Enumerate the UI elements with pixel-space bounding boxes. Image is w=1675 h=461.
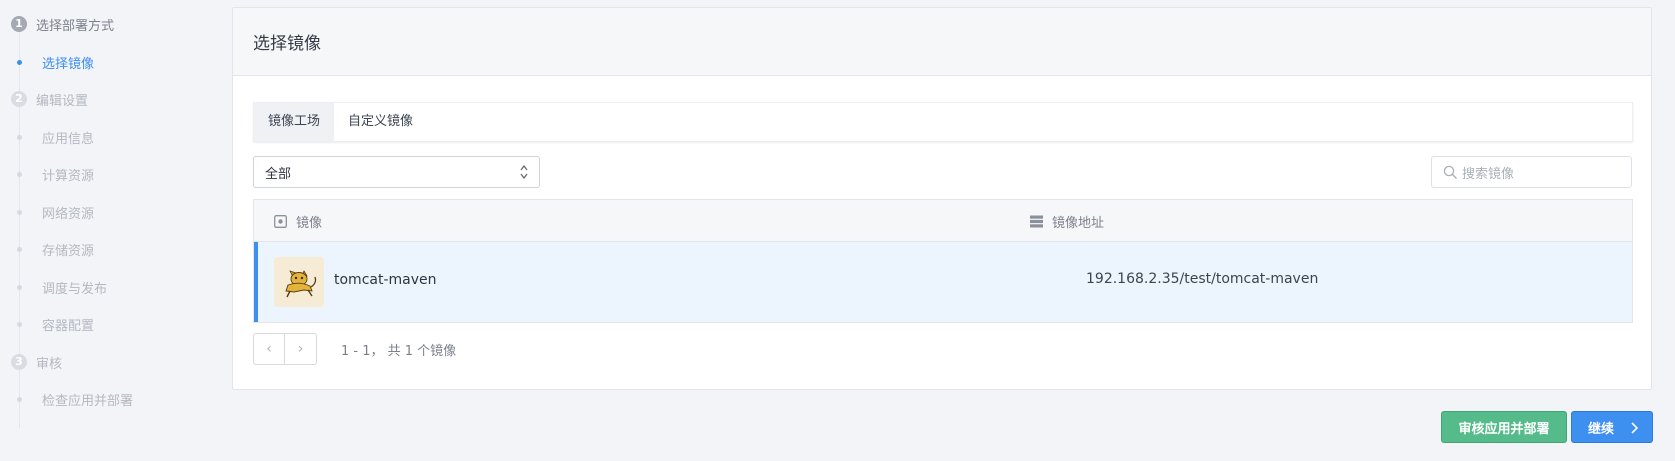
substep-label: 容器配置 <box>42 318 95 334</box>
tomcat-logo <box>274 257 324 307</box>
substep-network[interactable]: 网络资源 <box>17 202 94 222</box>
image-source-tabs: 镜像工场 自定义镜像 <box>253 102 1633 142</box>
substep-dot <box>17 134 22 140</box>
step-1[interactable]: 1 选择部署方式 <box>11 14 114 34</box>
column-address: 镜像地址 <box>1030 200 1104 242</box>
category-select-value: 全部 <box>265 166 292 182</box>
substep-app-info[interactable]: 应用信息 <box>17 127 94 147</box>
table-row[interactable]: tomcat-maven 192.168.2.35/test/tomcat-ma… <box>254 242 1632 322</box>
prev-page-button[interactable]: ‹ <box>253 333 285 365</box>
continue-button[interactable]: 继续 <box>1571 411 1653 443</box>
substep-dot <box>17 59 22 65</box>
table-header: 镜像 镜像地址 <box>254 200 1632 242</box>
step-3[interactable]: 3 审核 <box>11 352 62 372</box>
substep-label: 调度与发布 <box>42 281 108 297</box>
substep-label: 存储资源 <box>42 243 95 259</box>
substep-dot <box>17 284 22 290</box>
category-select[interactable]: 全部 <box>253 156 540 188</box>
deployment-stepper: 1 选择部署方式 选择镜像 2 编辑设置 应用信息 计算资源 网络资源 存储资源… <box>0 0 225 461</box>
column-image-label: 镜像 <box>296 215 323 231</box>
column-image: 镜像 <box>274 200 322 242</box>
substep-compute[interactable]: 计算资源 <box>17 164 94 184</box>
substep-schedule[interactable]: 调度与发布 <box>17 277 107 297</box>
card-header: 选择镜像 <box>233 8 1651 76</box>
sort-arrows-icon <box>520 164 528 180</box>
search-placeholder: 搜索镜像 <box>1462 166 1515 182</box>
image-icon <box>274 214 287 228</box>
chevron-right-icon: › <box>297 341 304 357</box>
step-2-number: 2 <box>11 91 27 107</box>
image-address: 192.168.2.35/test/tomcat-maven <box>1086 271 1319 287</box>
substep-dot <box>17 246 22 252</box>
server-icon <box>1030 215 1043 227</box>
review-and-deploy-label: 审核应用并部署 <box>1458 421 1550 437</box>
substep-dot <box>17 209 22 215</box>
substep-label: 网络资源 <box>42 206 95 222</box>
substep-dot <box>17 396 22 402</box>
substep-label: 检查应用并部署 <box>42 393 134 409</box>
search-image-input[interactable]: 搜索镜像 <box>1431 156 1632 188</box>
image-name: tomcat-maven <box>334 272 437 288</box>
page-title: 选择镜像 <box>253 34 321 54</box>
review-and-deploy-button[interactable]: 审核应用并部署 <box>1441 411 1567 443</box>
select-image-card: 选择镜像 镜像工场 自定义镜像 全部 搜索镜像 镜像 镜像地址 tomcat-m… <box>232 7 1652 390</box>
image-table: 镜像 镜像地址 tomcat-maven 192.168.2.35/test/t… <box>253 199 1633 323</box>
substep-label: 选择镜像 <box>42 56 95 72</box>
substep-dot <box>17 171 22 177</box>
step-2-label: 编辑设置 <box>36 93 89 109</box>
step-1-number: 1 <box>11 16 27 32</box>
substep-review[interactable]: 检查应用并部署 <box>17 389 133 409</box>
substep-storage[interactable]: 存储资源 <box>17 239 94 259</box>
chevron-right-icon <box>1631 422 1638 434</box>
continue-label: 继续 <box>1588 421 1615 437</box>
step-2[interactable]: 2 编辑设置 <box>11 89 88 109</box>
tab-custom-image[interactable]: 自定义镜像 <box>334 103 427 141</box>
substep-select-image[interactable]: 选择镜像 <box>17 52 94 72</box>
substep-label: 应用信息 <box>42 131 95 147</box>
search-icon <box>1443 165 1457 179</box>
pagination: ‹ › 1 - 1， 共 1 个镜像 <box>253 333 456 365</box>
substep-label: 计算资源 <box>42 168 95 184</box>
step-3-label: 审核 <box>36 356 63 372</box>
pagination-info: 1 - 1， 共 1 个镜像 <box>341 343 457 359</box>
chevron-left-icon: ‹ <box>266 341 272 357</box>
step-3-number: 3 <box>11 354 27 370</box>
tab-image-factory[interactable]: 镜像工场 <box>254 103 335 141</box>
next-page-button[interactable]: › <box>285 333 317 365</box>
tomcat-cat-icon <box>285 270 317 298</box>
substep-container[interactable]: 容器配置 <box>17 314 94 334</box>
step-1-label: 选择部署方式 <box>36 18 115 34</box>
substep-dot <box>17 321 22 327</box>
column-address-label: 镜像地址 <box>1052 215 1105 231</box>
